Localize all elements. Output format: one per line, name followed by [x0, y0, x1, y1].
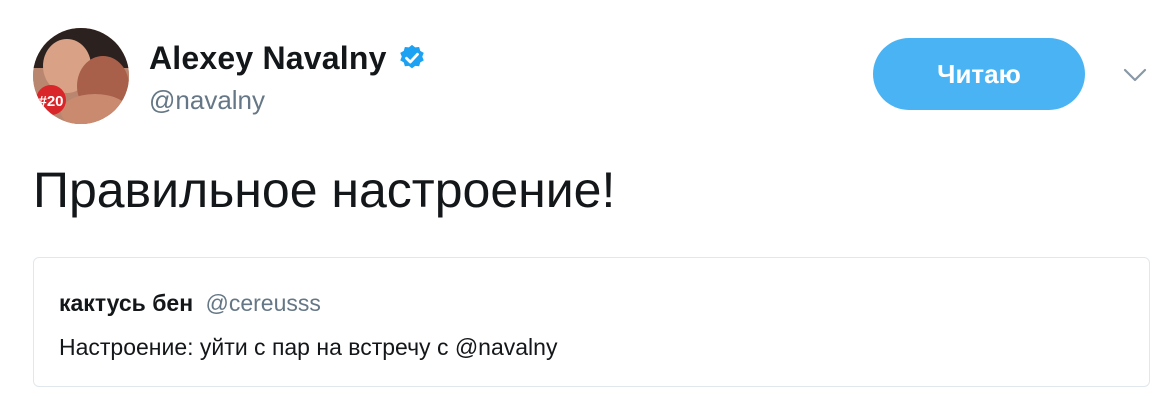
quoted-author-handle: @cereusss	[205, 290, 321, 316]
author-handle[interactable]: @navalny	[149, 85, 265, 116]
quoted-tweet-text: Настроение: уйти с пар на встречу с @nav…	[59, 334, 558, 360]
avatar-image: #20	[33, 28, 129, 124]
quoted-tweet-header: кактусь бен @cereusss	[59, 290, 321, 317]
tweet-card: #20 Alexey Navalny @navalny Читаю Правил…	[0, 0, 1176, 410]
tweet-text: Правильное настроение!	[33, 162, 616, 218]
chevron-down-icon[interactable]	[1120, 60, 1150, 90]
avatar[interactable]: #20	[33, 28, 129, 124]
avatar-badge: #20	[38, 93, 63, 110]
verified-badge-icon	[397, 43, 427, 73]
quoted-author-name: кактусь бен	[59, 290, 194, 316]
quoted-tweet[interactable]: кактусь бен @cereusss Настроение: уйти с…	[33, 257, 1150, 387]
author-name[interactable]: Alexey Navalny	[149, 40, 387, 77]
following-button[interactable]: Читаю	[873, 38, 1085, 110]
author-name-row: Alexey Navalny	[149, 36, 427, 80]
